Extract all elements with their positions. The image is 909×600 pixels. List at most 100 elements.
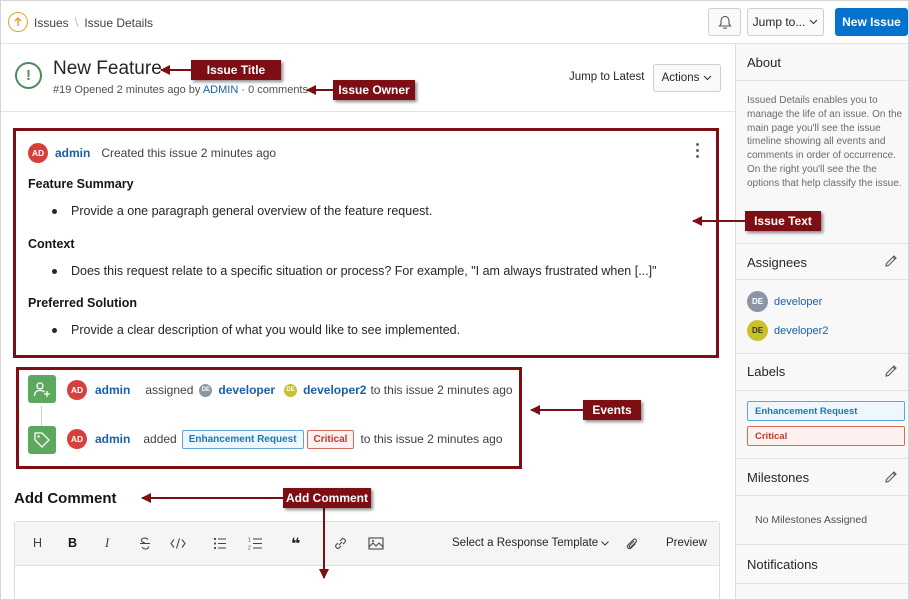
annotation-issue-owner: Issue Owner xyxy=(333,80,415,100)
notifications-button[interactable] xyxy=(708,8,741,36)
event-user-link[interactable]: admin xyxy=(95,383,130,397)
bell-icon xyxy=(717,15,732,29)
annotation-add-comment: Add Comment xyxy=(283,488,371,508)
divider xyxy=(736,495,908,496)
avatar: AD xyxy=(28,143,48,163)
image-icon[interactable] xyxy=(368,537,384,550)
annotation-issue-text: Issue Text xyxy=(745,211,821,231)
milestones-heading: Milestones xyxy=(747,470,810,485)
avatar: DE xyxy=(747,320,768,341)
assignee-item[interactable]: DE developer2 xyxy=(747,320,828,341)
svg-text:2: 2 xyxy=(248,546,251,551)
jump-to-label: Jump to... xyxy=(752,15,806,29)
avatar: DE xyxy=(284,383,298,397)
events-timeline: AD admin assigned DE developer DE develo… xyxy=(16,367,522,469)
divider xyxy=(736,243,908,244)
divider xyxy=(736,390,908,391)
event-verb: added xyxy=(143,432,177,446)
divider xyxy=(736,80,908,81)
more-options-icon[interactable] xyxy=(696,143,700,158)
list-item: Does this request relate to a specific s… xyxy=(52,264,657,278)
annotation-issue-title: Issue Title xyxy=(191,60,281,80)
heading-button[interactable]: H xyxy=(33,536,42,550)
paperclip-icon[interactable] xyxy=(625,536,638,551)
app-logo-icon[interactable] xyxy=(8,12,28,32)
bullet-list-icon[interactable] xyxy=(213,537,227,550)
issue-created-meta: Created this issue 2 minutes ago xyxy=(101,146,277,160)
strikethrough-icon[interactable] xyxy=(138,537,152,550)
assignee-link[interactable]: developer xyxy=(218,383,275,397)
issue-author-link[interactable]: admin xyxy=(55,146,90,160)
svg-text:1: 1 xyxy=(248,538,251,544)
assignee-link[interactable]: developer2 xyxy=(303,383,366,397)
issue-owner-link[interactable]: ADMIN xyxy=(203,84,238,96)
section-heading: Feature Summary xyxy=(28,177,134,191)
issue-comment-count: · 0 comments xyxy=(241,84,308,96)
issue-header: ! New Feature #19 Opened 2 minutes ago b… xyxy=(1,44,735,112)
avatar: AD xyxy=(67,429,87,449)
breadcrumb: Issues \ Issue Details xyxy=(34,15,153,30)
issue-title: New Feature xyxy=(53,58,162,79)
jump-to-latest-link[interactable]: Jump to Latest xyxy=(569,71,644,83)
breadcrumb-current: Issue Details xyxy=(84,15,154,30)
event-tail: to this issue 2 minutes ago xyxy=(370,383,513,397)
comment-editor[interactable]: H B I 12 ❝ Select a Response Template Pr… xyxy=(14,521,720,599)
jump-to-menu[interactable]: Jump to... xyxy=(747,8,824,36)
event-tail: to this issue 2 minutes ago xyxy=(360,432,503,446)
avatar: AD xyxy=(67,380,87,400)
assignees-heading: Assignees xyxy=(747,255,807,270)
list-item: Provide a clear description of what you … xyxy=(52,323,460,337)
open-status-icon: ! xyxy=(15,62,42,89)
divider xyxy=(736,583,908,584)
breadcrumb-separator: \ xyxy=(74,15,79,30)
add-comment-heading: Add Comment xyxy=(14,490,117,507)
numbered-list-icon[interactable]: 12 xyxy=(248,537,263,550)
edit-milestones-icon[interactable] xyxy=(884,470,898,484)
tag-icon xyxy=(28,426,56,454)
breadcrumb-issues[interactable]: Issues xyxy=(34,16,69,30)
event-verb: assigned xyxy=(145,383,194,397)
chevron-down-icon xyxy=(703,75,712,81)
new-issue-button[interactable]: New Issue xyxy=(835,8,908,36)
notifications-heading: Notifications xyxy=(747,557,818,572)
no-milestones-text: No Milestones Assigned xyxy=(755,514,868,526)
italic-button[interactable]: I xyxy=(105,536,109,551)
edit-assignees-icon[interactable] xyxy=(884,254,898,268)
preview-button[interactable]: Preview xyxy=(666,537,707,549)
issue-subtitle: #19 Opened 2 minutes ago by ADMIN · 0 co… xyxy=(53,84,308,96)
label-badge[interactable]: Enhancement Request xyxy=(747,401,905,421)
response-template-select[interactable]: Select a Response Template xyxy=(452,537,610,549)
assignee-name: developer xyxy=(774,295,823,308)
app-window: Issues \ Issue Details Jump to... New Is… xyxy=(0,0,909,600)
bold-button[interactable]: B xyxy=(68,536,77,550)
annotation-events: Events xyxy=(583,400,641,420)
timeline-connector xyxy=(41,406,42,428)
code-icon[interactable] xyxy=(170,538,186,549)
section-heading: Preferred Solution xyxy=(28,296,138,310)
divider xyxy=(736,279,908,280)
actions-label: Actions xyxy=(661,72,700,84)
divider xyxy=(736,544,908,545)
label-badge[interactable]: Enhancement Request xyxy=(181,429,304,449)
label-badge[interactable]: Critical xyxy=(747,426,905,446)
link-icon[interactable] xyxy=(333,536,348,551)
event-user-link[interactable]: admin xyxy=(95,432,130,446)
avatar: DE xyxy=(747,291,768,312)
list-item: Provide a one paragraph general overview… xyxy=(52,204,432,218)
section-heading: Context xyxy=(28,237,75,251)
assignee-item[interactable]: DE developer xyxy=(747,291,822,312)
avatar: DE xyxy=(199,383,213,397)
divider xyxy=(736,353,908,354)
top-bar: Issues \ Issue Details Jump to... New Is… xyxy=(1,1,908,44)
quote-icon[interactable]: ❝ xyxy=(291,534,300,554)
about-text: Issued Details enables you to manage the… xyxy=(747,95,903,189)
event-row: AD admin added Enhancement Request Criti… xyxy=(67,429,503,449)
chevron-down-icon xyxy=(809,19,818,25)
issue-opened-text: #19 Opened 2 minutes ago by xyxy=(53,84,201,96)
right-sidebar: About Issued Details enables you to mana… xyxy=(735,44,908,599)
issue-card-header: AD admin Created this issue 2 minutes ag… xyxy=(28,143,276,163)
edit-labels-icon[interactable] xyxy=(884,364,898,378)
actions-menu-button[interactable]: Actions xyxy=(653,64,721,92)
label-badge[interactable]: Critical xyxy=(306,429,355,449)
event-row: AD admin assigned DE developer DE develo… xyxy=(67,380,513,400)
